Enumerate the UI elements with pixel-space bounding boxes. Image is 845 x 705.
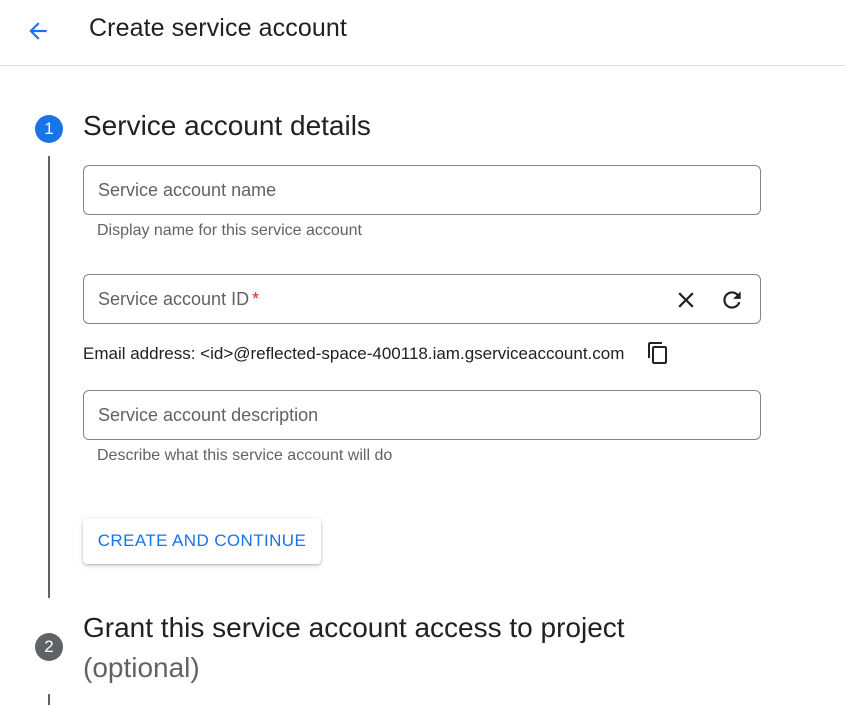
step-connector-line-2 [48, 694, 50, 705]
regenerate-id-button[interactable] [719, 287, 745, 313]
step-2-badge: 2 [35, 633, 63, 661]
service-account-description-field[interactable]: Service account description [83, 390, 761, 440]
step-1-badge: 1 [35, 115, 63, 143]
copy-icon [648, 342, 667, 364]
service-account-name-field[interactable]: Service account name [83, 165, 761, 215]
close-icon [678, 292, 694, 308]
step-2-optional-label: (optional) [83, 652, 200, 683]
service-account-id-field[interactable]: Service account ID * [83, 274, 761, 324]
service-account-id-label: Service account ID * [98, 289, 259, 310]
required-marker: * [252, 289, 260, 309]
service-account-name-label: Service account name [98, 180, 277, 200]
step-2-title-text: Grant this service account access to pro… [83, 612, 625, 643]
step-2-title: Grant this service account access to pro… [83, 608, 625, 688]
email-address-text: Email address: <id>@reflected-space-4001… [83, 344, 625, 363]
service-account-id-label-text: Service account ID [98, 289, 250, 309]
page-title: Create service account [89, 14, 347, 42]
create-and-continue-button[interactable]: CREATE AND CONTINUE [83, 518, 321, 564]
refresh-icon [723, 291, 741, 309]
clear-button[interactable] [673, 287, 699, 313]
copy-email-button[interactable] [646, 341, 670, 365]
service-account-description-label: Service account description [98, 405, 319, 425]
step-1-title: Service account details [83, 110, 371, 141]
step-connector-line [48, 156, 50, 598]
service-account-description-hint: Describe what this service account will … [97, 447, 393, 464]
create-service-account-page: Create service account 1 Service account… [0, 0, 845, 705]
page-header: Create service account [0, 0, 845, 66]
service-account-name-hint: Display name for this service account [97, 222, 362, 239]
back-button[interactable] [22, 15, 54, 47]
arrow-back-icon [29, 22, 47, 40]
